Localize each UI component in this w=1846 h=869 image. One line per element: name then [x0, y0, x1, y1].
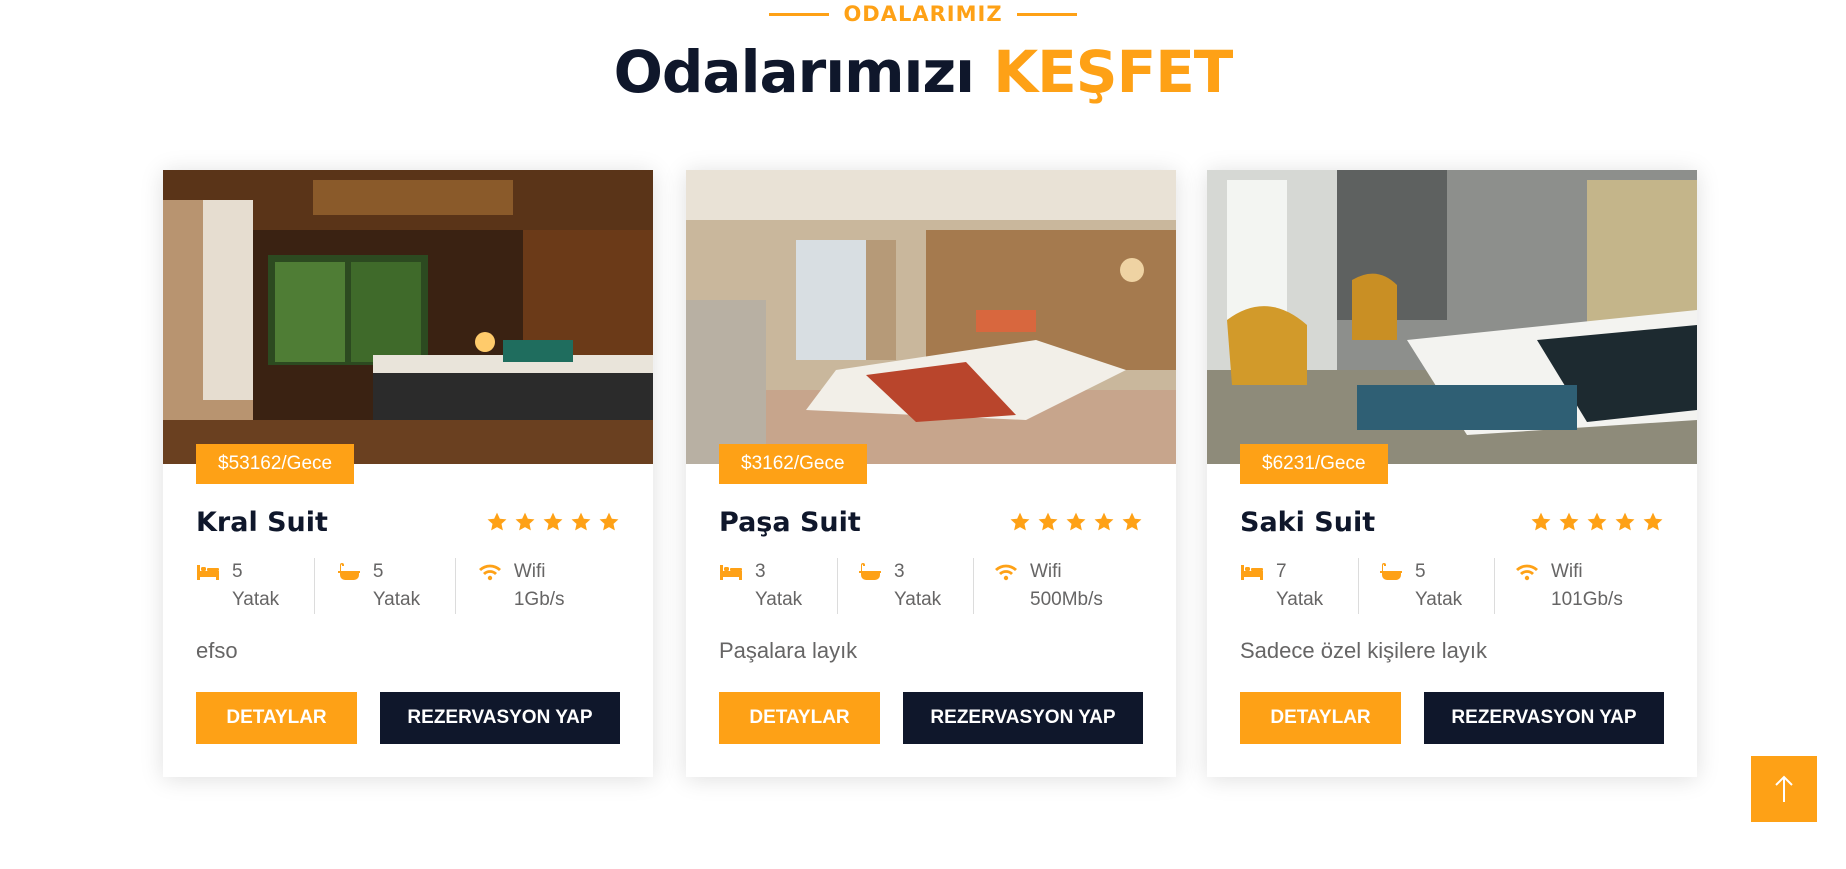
wifi-icon [1515, 558, 1539, 586]
star-icon [515, 512, 535, 531]
feature-wifi-text: Wifi 101Gb/s [1551, 561, 1623, 610]
feature-beds: 5 Yatak [196, 558, 314, 614]
back-to-top-button[interactable] [1751, 756, 1817, 822]
title-main: Odalarımızı [613, 38, 975, 106]
feature-wifi: Wifi 101Gb/s [1494, 558, 1630, 614]
feature-beds-text: 5 Yatak [232, 561, 280, 610]
star-icon [599, 512, 619, 531]
room-photo [686, 170, 1176, 464]
bed-icon [1240, 558, 1264, 586]
details-button[interactable]: DETAYLAR [196, 692, 357, 744]
room-features: 7 Yatak 5 Yatak Wifi 101Gb/s [1240, 558, 1664, 614]
room-description: efso [196, 638, 238, 663]
eyebrow-line-right [1016, 12, 1077, 16]
feature-wifi-text: Wifi 500Mb/s [1030, 561, 1103, 610]
arrow-up-icon [1775, 775, 1793, 802]
feature-baths-text: 5 Yatak [372, 561, 421, 610]
feature-beds-text: 3 Yatak [755, 561, 803, 610]
star-icon [1643, 512, 1663, 531]
wifi-icon [994, 558, 1018, 586]
feature-beds-text: 7 Yatak [1276, 561, 1324, 610]
star-icon [1094, 512, 1114, 531]
star-icon [1559, 512, 1579, 531]
price-badge: $3162/Gece [719, 444, 867, 484]
feature-wifi-text: Wifi 1Gb/s [513, 561, 565, 610]
room-name: Kral Suit [196, 506, 328, 538]
star-icon [487, 512, 507, 531]
room-description: Sadece özel kişilere layık [1240, 638, 1488, 663]
star-icon [571, 512, 591, 531]
star-icon [1122, 512, 1142, 531]
rating-stars [1530, 511, 1664, 533]
room-name: Saki Suit [1240, 506, 1376, 538]
room-card: $3162/Gece Paşa Suit 3 Yatak 3 Yatak Wif… [686, 170, 1176, 777]
room-card: $6231/Gece Saki Suit 7 Yatak 5 Yatak Wif… [1207, 170, 1697, 777]
star-icon [1587, 512, 1607, 531]
star-icon [1531, 512, 1551, 531]
reserve-button[interactable]: REZERVASYON YAP [1424, 692, 1664, 744]
title-accent: KEŞFET [993, 38, 1233, 106]
section-eyebrow: ODALARIMIZ [0, 2, 1846, 26]
feature-wifi: Wifi 500Mb/s [973, 558, 1109, 614]
bed-icon [196, 558, 220, 586]
room-description: Paşalara layık [719, 638, 858, 663]
star-icon [1038, 512, 1058, 531]
room-features: 5 Yatak 5 Yatak Wifi 1Gb/s [196, 558, 620, 614]
feature-baths-text: 5 Yatak [1415, 561, 1463, 610]
bath-icon [337, 558, 361, 586]
rating-stars [486, 511, 620, 533]
reserve-button[interactable]: REZERVASYON YAP [380, 692, 620, 744]
price-badge: $53162/Gece [196, 444, 355, 484]
room-photo [163, 170, 653, 464]
details-button[interactable]: DETAYLAR [719, 692, 880, 744]
feature-beds: 7 Yatak [1240, 558, 1358, 614]
star-icon [1066, 512, 1086, 531]
feature-wifi: Wifi 1Gb/s [454, 558, 620, 614]
price-badge: $6231/Gece [1240, 444, 1388, 484]
bath-icon [1379, 558, 1403, 586]
room-photo [1207, 170, 1697, 464]
feature-baths: 5 Yatak [1358, 558, 1494, 614]
eyebrow-text: ODALARIMIZ [843, 2, 1003, 26]
star-icon [543, 512, 563, 531]
room-name: Paşa Suit [719, 506, 861, 538]
star-icon [1615, 512, 1635, 531]
rating-stars [1009, 511, 1143, 533]
reserve-button[interactable]: REZERVASYON YAP [903, 692, 1143, 744]
section-title: Odalarımızı KEŞFET [0, 38, 1846, 106]
feature-baths: 3 Yatak [837, 558, 973, 614]
details-button[interactable]: DETAYLAR [1240, 692, 1401, 744]
wifi-icon [478, 558, 502, 586]
star-icon [1010, 512, 1030, 531]
feature-baths: 5 Yatak [313, 558, 455, 614]
bed-icon [719, 558, 743, 586]
bath-icon [858, 558, 882, 586]
room-features: 3 Yatak 3 Yatak Wifi 500Mb/s [719, 558, 1143, 614]
feature-baths-text: 3 Yatak [894, 561, 942, 610]
eyebrow-line-left [769, 12, 830, 16]
room-card: $53162/Gece Kral Suit 5 Yatak 5 Yatak Wi… [163, 170, 653, 777]
feature-beds: 3 Yatak [719, 558, 837, 614]
